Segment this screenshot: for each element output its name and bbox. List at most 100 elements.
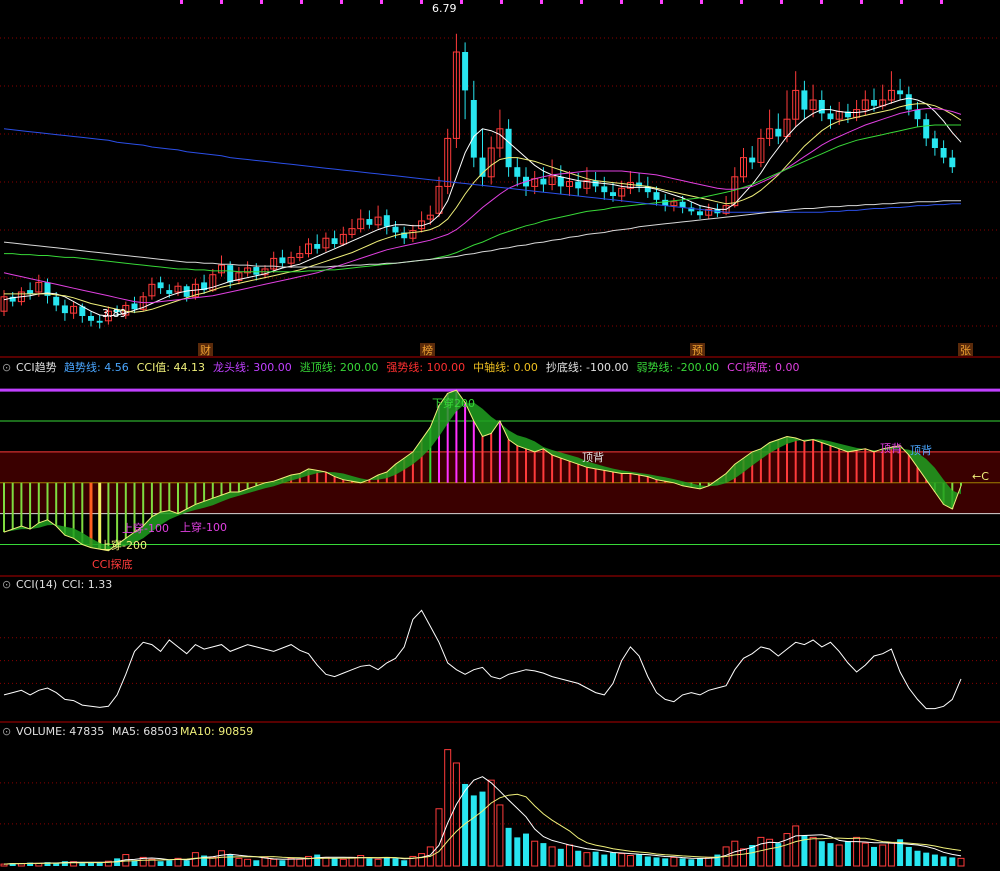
candle-body — [801, 90, 808, 110]
top-tick-mark — [820, 0, 823, 4]
candle-body — [314, 244, 321, 249]
candle-body — [470, 100, 477, 158]
top-tick-mark — [220, 0, 223, 4]
candle-body — [653, 192, 660, 200]
candle-body — [53, 296, 60, 306]
cci-trend-legend-item: 抄底线: -100.00 — [546, 360, 629, 374]
volume-bar — [827, 843, 834, 866]
collapse-icon[interactable]: ⊙ — [2, 725, 11, 738]
volume-bar — [610, 852, 616, 866]
candle-body — [514, 167, 521, 177]
volume-bar — [644, 856, 651, 866]
volume-bar — [383, 857, 390, 866]
volume-bar — [79, 863, 86, 866]
volume-bar — [949, 857, 956, 866]
volume-bar — [514, 837, 521, 866]
volume-bar — [61, 861, 68, 866]
volume-bar — [818, 841, 825, 866]
cross-up-100b-label: 上穿-100 — [180, 520, 227, 534]
collapse-icon[interactable]: ⊙ — [2, 578, 11, 591]
top-tick-mark — [340, 0, 343, 4]
volume-bar — [575, 850, 582, 866]
top-tick-mark — [420, 0, 423, 4]
top-tick-mark — [860, 0, 863, 4]
volume-bar — [470, 795, 477, 866]
volume-bar — [401, 860, 408, 866]
cci14-title: CCI(14) — [16, 578, 57, 591]
cross-up-200-label: 上穿-200 — [100, 538, 147, 552]
x-marker-label: 榜 — [422, 343, 433, 357]
volume-bar — [688, 859, 695, 866]
volume-bar — [714, 854, 721, 866]
volume-bar — [523, 833, 529, 866]
top-tick-mark — [620, 0, 623, 4]
volume-bar — [96, 862, 103, 866]
volume-bar — [871, 846, 877, 866]
volume-bar — [697, 858, 703, 866]
volume-bar — [601, 854, 608, 866]
top-tick-mark — [380, 0, 383, 4]
candle-body — [166, 290, 173, 294]
top-tick-mark — [660, 0, 663, 4]
candle-body — [775, 128, 782, 137]
candle-body — [601, 186, 608, 193]
candle-body — [27, 290, 34, 294]
candle-body — [462, 52, 469, 91]
candle-body — [931, 138, 938, 148]
candle-body — [940, 148, 947, 158]
volume-bar — [392, 858, 399, 866]
volume-bar — [653, 857, 660, 866]
top-tick-mark — [460, 0, 463, 4]
candle-body — [697, 211, 703, 216]
cci-trend-legend-item: 弱势线: -200.00 — [637, 360, 720, 374]
candle-body — [914, 109, 921, 120]
volume-bar — [314, 854, 321, 866]
volume-bar — [940, 856, 947, 866]
top-div-2-label: 顶背 — [880, 441, 902, 455]
volume-bar — [166, 860, 173, 866]
top-tick-mark — [740, 0, 743, 4]
volume-bar — [592, 851, 599, 866]
price-high-label: 6.79 — [432, 2, 457, 15]
candle-body — [749, 157, 756, 163]
cross-up-100-label: 上穿-100 — [122, 521, 169, 535]
candle-body — [479, 157, 486, 177]
top-div-1-label: 顶背 — [582, 450, 604, 464]
volume-bar — [540, 843, 547, 866]
candle-body — [905, 94, 912, 110]
volume-bar — [923, 852, 930, 866]
candle-body — [366, 219, 373, 225]
collapse-icon[interactable]: ⊙ — [2, 361, 11, 374]
volume-bar — [366, 858, 373, 866]
cci-cut-label: ←C — [972, 470, 989, 483]
candle-body — [88, 316, 94, 321]
top-tick-mark — [780, 0, 783, 4]
cci-trend-legend-item: 中轴线: 0.00 — [473, 360, 538, 374]
cci14-header: ⊙ CCI(14) CCI: 1.33 — [2, 578, 112, 591]
cci-trend-legend: 趋势线: 4.56 CCI值: 44.13 龙头线: 300.00 逃顶线: 200.… — [64, 360, 799, 374]
candle-body — [818, 100, 825, 114]
cci-trend-legend-item: 趋势线: 4.56 — [64, 360, 129, 374]
cci-trend-legend-item: CCI值: 44.13 — [137, 361, 205, 374]
candle-body — [227, 265, 234, 283]
top-tick-mark — [540, 0, 543, 4]
candle-body — [253, 267, 260, 275]
candle-body — [157, 282, 164, 289]
stock-chart: 6.79 3.89 财 榜 预 张 ⊙ CCI趋势 趋势线: 4.56 CCI值: 44… — [0, 0, 1000, 867]
cci-trend-legend-item: 强势线: 100.00 — [386, 360, 465, 374]
top-div-3-label: 顶背 — [910, 443, 932, 457]
volume-header: ⊙ VOLUME: 47835 MA5: 68503 MA10: 90859 — [2, 725, 253, 738]
candle-body — [61, 305, 68, 314]
volume-bar — [331, 858, 338, 866]
candle-body — [505, 128, 512, 168]
candle-body — [131, 303, 138, 310]
top-tick-mark — [700, 0, 703, 4]
volume-ma5: MA5: 68503 — [112, 725, 178, 738]
x-marker-label: 财 — [200, 343, 211, 357]
cci-bottom-label: CCI探底 — [92, 557, 133, 571]
volume-bar — [931, 854, 938, 866]
top-tick-mark — [580, 0, 583, 4]
candle-body — [592, 180, 599, 187]
candle-body — [279, 257, 286, 264]
top-tick-mark — [260, 0, 263, 4]
